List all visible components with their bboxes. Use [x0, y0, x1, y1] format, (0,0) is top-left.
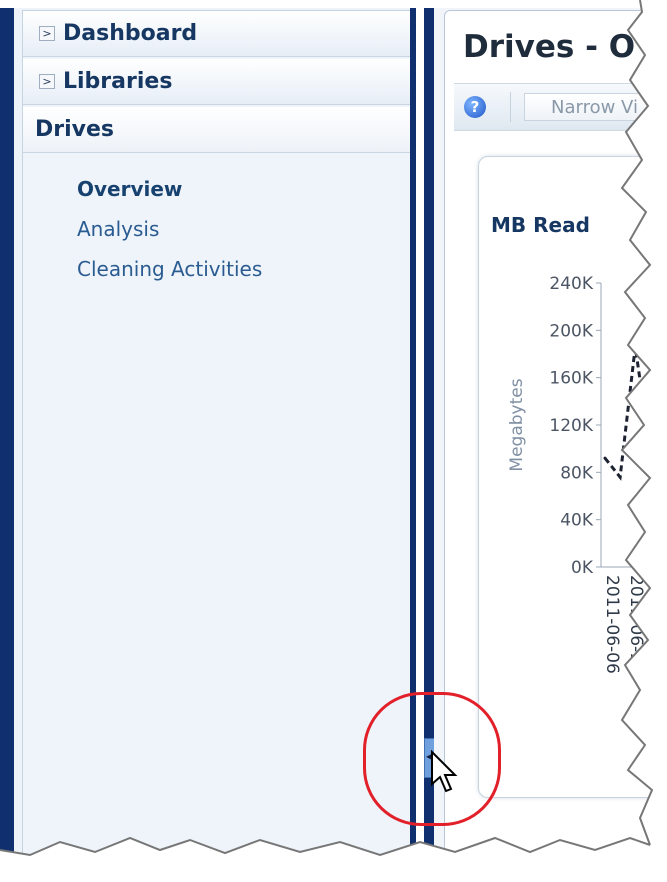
- accordion-dashboard-label: Dashboard: [63, 21, 198, 46]
- app-frame: > Dashboard > Libraries Drives Overview …: [0, 0, 667, 882]
- y-tick-label: 200K: [549, 321, 593, 341]
- y-tick-label: 160K: [549, 369, 593, 389]
- toolbar-separator: [510, 92, 511, 122]
- narrow-view-button[interactable]: Narrow Vi: [524, 93, 667, 121]
- expand-icon[interactable]: >: [39, 26, 55, 41]
- series-line: [603, 346, 667, 481]
- data-point: [618, 475, 622, 479]
- help-icon[interactable]: ?: [464, 96, 486, 118]
- accordion-dashboard[interactable]: > Dashboard: [23, 11, 415, 57]
- y-tick-label: 80K: [560, 463, 594, 483]
- navigator-panel: > Dashboard > Libraries Drives Overview …: [0, 8, 416, 882]
- accordion-drives[interactable]: Drives: [23, 107, 415, 153]
- y-tick-label: 40K: [560, 511, 594, 531]
- accordion-drives-label: Drives: [35, 117, 115, 142]
- data-point: [648, 449, 652, 453]
- y-tick-label: 120K: [549, 416, 593, 436]
- chart-panel: MB Read 0K 40K 80K 120K 160K 200K 240K Megabyte…: [478, 156, 667, 798]
- toolbar: ? Narrow Vi: [454, 83, 667, 131]
- mb-read-chart: 0K 40K 80K 120K 160K 200K 240K Megabytes 2011-06…: [507, 274, 667, 674]
- nav-link-overview[interactable]: Overview: [77, 177, 182, 201]
- y-axis-label: Megabytes: [507, 378, 527, 471]
- nav-link-cleaning-activities[interactable]: Cleaning Activities: [77, 257, 262, 281]
- app-shell: > Dashboard > Libraries Drives Overview …: [0, 8, 667, 882]
- accordion-libraries-label: Libraries: [63, 69, 173, 94]
- expand-icon[interactable]: >: [39, 74, 55, 89]
- y-tick-label: 0K: [571, 558, 594, 578]
- navigator-accordion: > Dashboard > Libraries Drives Overview …: [22, 10, 416, 882]
- x-tick-label: 2011-06-11: [626, 575, 646, 674]
- y-tick-label: 240K: [549, 274, 593, 294]
- page-title: Drives - O: [463, 29, 636, 65]
- nav-link-analysis[interactable]: Analysis: [77, 217, 159, 241]
- data-point: [603, 456, 607, 460]
- accordion-libraries[interactable]: > Libraries: [23, 59, 415, 105]
- data-point: [633, 345, 637, 349]
- x-tick-label: 2011-06-06: [602, 575, 622, 674]
- mouse-pointer-icon: [431, 750, 458, 793]
